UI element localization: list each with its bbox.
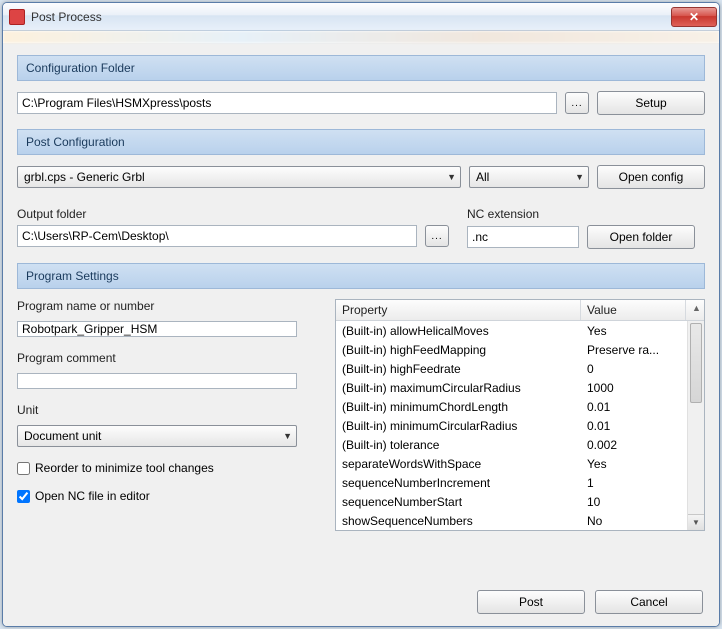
table-row[interactable]: (Built-in) tolerance0.002: [336, 435, 704, 454]
cell-property: sequenceNumberIncrement: [336, 475, 581, 491]
filter-combo[interactable]: All ▼: [469, 166, 589, 188]
cell-value[interactable]: Yes: [581, 323, 686, 339]
post-processor-combo[interactable]: grbl.cps - Generic Grbl ▼: [17, 166, 461, 188]
browse-output-folder-button[interactable]: ...: [425, 225, 449, 247]
table-row[interactable]: (Built-in) allowHelicalMovesYes: [336, 321, 704, 340]
section-program-settings: Program Settings: [17, 263, 705, 289]
nc-extension-label: NC extension: [467, 207, 705, 221]
dialog-footer: Post Cancel: [17, 580, 705, 618]
close-icon: ✕: [689, 10, 699, 24]
nc-extension-input[interactable]: [467, 226, 579, 248]
chevron-down-icon: ▼: [575, 172, 584, 182]
table-row[interactable]: (Built-in) minimumChordLength0.01: [336, 397, 704, 416]
scroll-up-icon[interactable]: ▲: [686, 300, 704, 320]
table-row[interactable]: separateWordsWithSpaceYes: [336, 454, 704, 473]
cell-value[interactable]: 0.002: [581, 437, 686, 453]
reorder-checkbox-row[interactable]: Reorder to minimize tool changes: [17, 461, 317, 475]
table-row[interactable]: (Built-in) maximumCircularRadius1000: [336, 378, 704, 397]
cell-property: (Built-in) highFeedMapping: [336, 342, 581, 358]
section-post-config: Post Configuration: [17, 129, 705, 155]
output-folder-label: Output folder: [17, 207, 449, 221]
titlebar[interactable]: Post Process ✕: [3, 3, 719, 31]
config-folder-input[interactable]: [17, 92, 557, 114]
col-value[interactable]: Value: [581, 300, 686, 320]
scroll-down-icon[interactable]: ▼: [688, 514, 704, 530]
cell-property: separateWordsWithSpace: [336, 456, 581, 472]
cell-value[interactable]: 1000: [581, 380, 686, 396]
col-property[interactable]: Property: [336, 300, 581, 320]
program-name-input[interactable]: [17, 321, 297, 337]
cell-value[interactable]: 1: [581, 475, 686, 491]
table-row[interactable]: (Built-in) highFeedrate0: [336, 359, 704, 378]
close-button[interactable]: ✕: [671, 7, 717, 27]
unit-value: Document unit: [24, 429, 101, 443]
properties-table: Property Value ▲ (Built-in) allowHelical…: [335, 299, 705, 531]
program-name-label: Program name or number: [17, 299, 317, 313]
cell-value[interactable]: 10: [581, 494, 686, 510]
unit-combo[interactable]: Document unit ▼: [17, 425, 297, 447]
cell-value[interactable]: Preserve ra...: [581, 342, 686, 358]
cell-value[interactable]: Yes: [581, 456, 686, 472]
program-comment-label: Program comment: [17, 351, 317, 365]
reorder-checkbox[interactable]: [17, 462, 30, 475]
reorder-label: Reorder to minimize tool changes: [35, 461, 214, 475]
cell-property: (Built-in) allowHelicalMoves: [336, 323, 581, 339]
post-process-dialog: Post Process ✕ Configuration Folder ... …: [2, 2, 720, 627]
client-area: Configuration Folder ... Setup Post Conf…: [3, 43, 719, 626]
table-body: (Built-in) allowHelicalMovesYes(Built-in…: [336, 321, 704, 530]
cancel-button[interactable]: Cancel: [595, 590, 703, 614]
unit-label: Unit: [17, 403, 317, 417]
cell-value[interactable]: No: [581, 513, 686, 529]
window-title: Post Process: [31, 10, 671, 24]
cell-property: sequenceNumberStart: [336, 494, 581, 510]
cell-property: showSequenceNumbers: [336, 513, 581, 529]
open-folder-button[interactable]: Open folder: [587, 225, 695, 249]
output-folder-input[interactable]: [17, 225, 417, 247]
table-row[interactable]: showSequenceNumbersNo: [336, 511, 704, 530]
app-icon: [9, 9, 25, 25]
cell-value[interactable]: 0.01: [581, 399, 686, 415]
table-row[interactable]: sequenceNumberIncrement1: [336, 473, 704, 492]
ribbon-blur: [3, 31, 719, 43]
setup-button[interactable]: Setup: [597, 91, 705, 115]
open-nc-checkbox[interactable]: [17, 490, 30, 503]
post-processor-value: grbl.cps - Generic Grbl: [24, 170, 145, 184]
open-config-button[interactable]: Open config: [597, 165, 705, 189]
vertical-scrollbar[interactable]: ▼: [687, 321, 704, 530]
open-nc-checkbox-row[interactable]: Open NC file in editor: [17, 489, 317, 503]
table-row[interactable]: sequenceNumberStart10: [336, 492, 704, 511]
table-row[interactable]: (Built-in) highFeedMappingPreserve ra...: [336, 340, 704, 359]
scrollbar-thumb[interactable]: [690, 323, 702, 403]
section-config-folder: Configuration Folder: [17, 55, 705, 81]
table-row[interactable]: (Built-in) minimumCircularRadius0.01: [336, 416, 704, 435]
cell-value[interactable]: 0.01: [581, 418, 686, 434]
open-nc-label: Open NC file in editor: [35, 489, 150, 503]
post-button[interactable]: Post: [477, 590, 585, 614]
cell-value[interactable]: 0: [581, 361, 686, 377]
cell-property: (Built-in) minimumCircularRadius: [336, 418, 581, 434]
cell-property: (Built-in) maximumCircularRadius: [336, 380, 581, 396]
browse-config-folder-button[interactable]: ...: [565, 92, 589, 114]
cell-property: (Built-in) tolerance: [336, 437, 581, 453]
program-comment-input[interactable]: [17, 373, 297, 389]
chevron-down-icon: ▼: [447, 172, 456, 182]
filter-value: All: [476, 170, 489, 184]
cell-property: (Built-in) highFeedrate: [336, 361, 581, 377]
cell-property: (Built-in) minimumChordLength: [336, 399, 581, 415]
chevron-down-icon: ▼: [283, 431, 292, 441]
table-header: Property Value ▲: [336, 300, 704, 321]
